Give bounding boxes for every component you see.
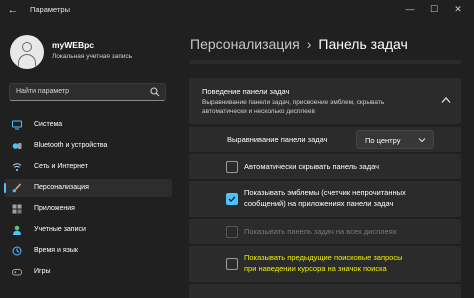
breadcrumb-separator: ›: [306, 36, 312, 52]
alignment-value: По центру: [365, 136, 401, 145]
option-label: Показывать предыдущие поисковые запросы: [244, 253, 403, 262]
brush-icon: [12, 183, 22, 193]
avatar-body-icon: [18, 54, 36, 66]
system-icon: [12, 120, 22, 130]
accounts-icon: [13, 225, 21, 235]
sidebar-item-label: Время и язык: [34, 247, 78, 254]
chevron-down-icon: [418, 138, 426, 143]
sidebar: myWEBpc Локальная учетная запись Найти п…: [0, 20, 176, 298]
minimize-button[interactable]: —: [403, 2, 417, 16]
sidebar-item-accounts[interactable]: Учетные записи: [4, 221, 172, 239]
network-icon: [12, 163, 22, 171]
apps-icon: [12, 204, 22, 214]
avatar[interactable]: [10, 35, 44, 69]
option-row: Показывать панель задач на всех дисплеях: [189, 219, 461, 244]
all-displays-checkbox[interactable]: [226, 226, 238, 238]
taskbar-behavior-header[interactable]: Поведение панели задач Выравнивание пане…: [189, 78, 461, 124]
avatar-head-icon: [22, 42, 32, 52]
option-label: при наведении курсора на значок поиска: [244, 264, 387, 273]
section-description: Выравнивание панели задач, присвоение эм…: [202, 99, 385, 115]
option-row: Автоматически скрывать панель задач: [189, 154, 461, 179]
section-title: Поведение панели задач: [202, 87, 290, 96]
account-type: Локальная учетная запись: [52, 53, 133, 60]
auto-hide-checkbox[interactable]: [226, 161, 238, 173]
sidebar-item-label: Сеть и Интернет: [34, 163, 88, 170]
badges-checkbox[interactable]: [226, 193, 238, 205]
option-row: Показывать эмблемы (счетчик непрочитанны…: [189, 181, 461, 217]
search-history-checkbox[interactable]: [226, 258, 238, 270]
sidebar-item-bluetooth[interactable]: Bluetooth и устройства: [4, 137, 172, 155]
breadcrumb: Персонализация › Панель задач: [190, 36, 408, 52]
breadcrumb-parent[interactable]: Персонализация: [190, 36, 300, 52]
option-label: Показывать эмблемы (счетчик непрочитанны…: [244, 188, 406, 197]
page-title: Панель задач: [318, 36, 408, 52]
alignment-dropdown[interactable]: По центру: [356, 130, 434, 149]
sidebar-item-time-language[interactable]: Время и язык: [4, 242, 172, 260]
checkmark-icon: [228, 196, 236, 202]
sidebar-item-label: Персонализация: [34, 184, 89, 191]
sidebar-item-network[interactable]: Сеть и Интернет: [4, 158, 172, 176]
sidebar-item-games[interactable]: Игры: [4, 263, 172, 281]
sidebar-item-label: Система: [34, 121, 63, 128]
option-label: сообщений) на приложениях панели задач: [244, 199, 394, 208]
user-name: myWEBpc: [52, 40, 95, 50]
option-label: Автоматически скрывать панель задач: [244, 162, 380, 171]
alignment-label: Выравнивание панели задач: [227, 135, 328, 144]
search-icon: [150, 87, 160, 97]
option-label: Показывать панель задач на всех дисплеях: [244, 227, 397, 236]
games-icon: [12, 269, 22, 276]
alignment-row: Выравнивание панели задач По центру: [189, 127, 461, 152]
bluetooth-icon: [12, 143, 22, 149]
title-bar: ← Параметры — ☐ ✕: [0, 0, 474, 20]
option-row: Показывать предыдущие поисковые запросы …: [189, 246, 461, 282]
sidebar-item-label: Игры: [34, 268, 51, 275]
main-content: Персонализация › Панель задач Поведение па…: [176, 20, 474, 298]
chevron-up-icon[interactable]: [441, 96, 451, 104]
next-option-row: [189, 284, 461, 298]
previous-section-edge: [189, 60, 461, 64]
sidebar-item-personalization[interactable]: Персонализация: [4, 179, 172, 197]
sidebar-item-system[interactable]: Система: [4, 116, 172, 134]
search-input[interactable]: Найти параметр: [9, 83, 166, 101]
sidebar-item-label: Учетные записи: [34, 226, 86, 233]
active-indicator: [4, 183, 6, 193]
close-button[interactable]: ✕: [451, 2, 465, 16]
app-title: Параметры: [30, 5, 70, 14]
time-language-icon: [12, 246, 22, 256]
sidebar-item-apps[interactable]: Приложения: [4, 200, 172, 218]
sidebar-item-label: Приложения: [34, 205, 75, 212]
maximize-button[interactable]: ☐: [427, 2, 441, 16]
back-button[interactable]: ←: [6, 3, 20, 17]
sidebar-item-label: Bluetooth и устройства: [34, 142, 108, 149]
search-placeholder: Найти параметр: [16, 88, 69, 95]
